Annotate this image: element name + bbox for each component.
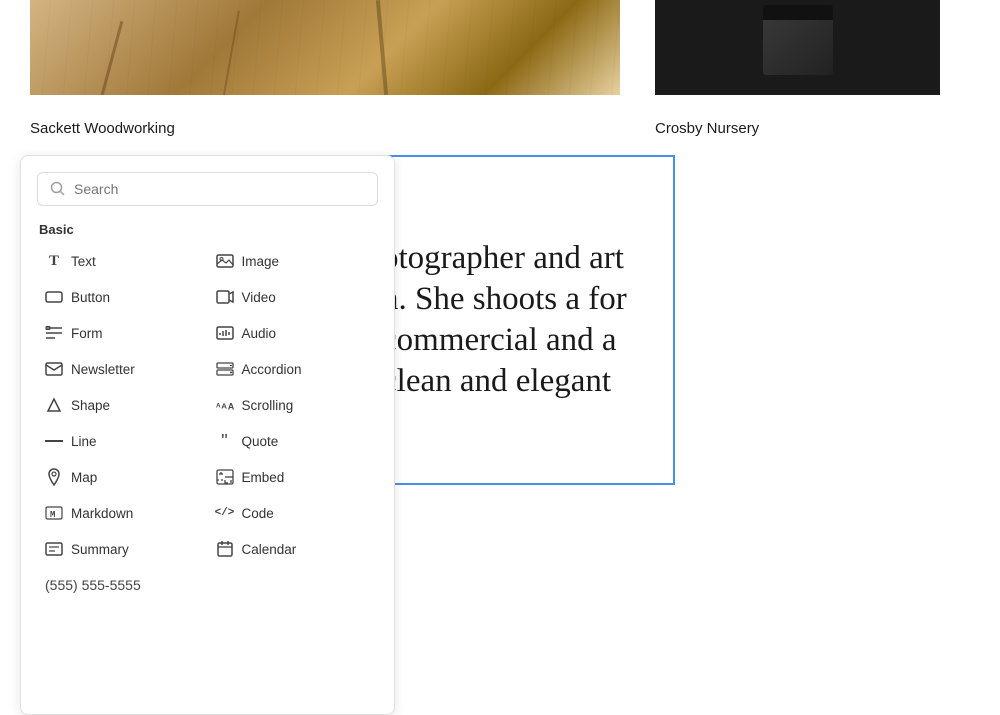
svg-text:A: A (216, 403, 221, 410)
audio-label: Audio (242, 326, 277, 341)
accordion-label: Accordion (242, 362, 302, 377)
search-input[interactable] (74, 181, 365, 197)
menu-column-left: T Text Button Form (37, 243, 208, 567)
menu-item-embed[interactable]: Embed (208, 459, 379, 495)
scrolling-icon: AAA (216, 396, 234, 414)
caption-right: Crosby Nursery (655, 120, 759, 137)
accordion-icon (216, 360, 234, 378)
newsletter-label: Newsletter (71, 362, 135, 377)
menu-item-shape[interactable]: Shape (37, 387, 208, 423)
svg-text:A: A (221, 402, 227, 411)
top-section: Sackett Woodworking Crosby Nursery (0, 0, 1000, 145)
menu-item-button[interactable]: Button (37, 279, 208, 315)
video-icon (216, 288, 234, 306)
section-basic-label: Basic (37, 222, 378, 237)
embed-label: Embed (242, 470, 285, 485)
menu-item-text[interactable]: T Text (37, 243, 208, 279)
menu-item-form[interactable]: Form (37, 315, 208, 351)
menu-item-line[interactable]: Line (37, 423, 208, 459)
map-label: Map (71, 470, 97, 485)
line-icon (45, 432, 63, 450)
shape-label: Shape (71, 398, 110, 413)
markdown-label: Markdown (71, 506, 133, 521)
markdown-icon: M (45, 504, 63, 522)
menu-item-newsletter[interactable]: Newsletter (37, 351, 208, 387)
button-label: Button (71, 290, 110, 305)
summary-icon (45, 540, 63, 558)
menu-column-right: Image Video Audio (208, 243, 379, 567)
top-right-image (655, 0, 940, 95)
menu-grid: T Text Button Form (37, 243, 378, 567)
newsletter-icon (45, 360, 63, 378)
menu-item-image[interactable]: Image (208, 243, 379, 279)
phone-number: (555) 555-5555 (37, 569, 378, 597)
map-icon (45, 468, 63, 486)
image-icon (216, 252, 234, 270)
form-label: Form (71, 326, 103, 341)
menu-item-audio[interactable]: Audio (208, 315, 379, 351)
menu-item-scrolling[interactable]: AAA Scrolling (208, 387, 379, 423)
code-icon: </> (216, 504, 234, 522)
menu-item-video[interactable]: Video (208, 279, 379, 315)
sidebar-panel: Basic T Text Button (20, 155, 395, 715)
text-icon: T (45, 252, 63, 270)
line-label: Line (71, 434, 97, 449)
menu-item-accordion[interactable]: Accordion (208, 351, 379, 387)
svg-text:M: M (50, 510, 55, 520)
image-label: Image (242, 254, 280, 269)
main-area: Basic T Text Button (0, 155, 1000, 715)
menu-item-map[interactable]: Map (37, 459, 208, 495)
menu-item-code[interactable]: </> Code (208, 495, 379, 531)
audio-icon (216, 324, 234, 342)
menu-item-summary[interactable]: Summary (37, 531, 208, 567)
menu-item-markdown[interactable]: M Markdown (37, 495, 208, 531)
caption-left: Sackett Woodworking (30, 120, 175, 137)
form-icon (45, 324, 63, 342)
search-icon (50, 181, 66, 197)
video-label: Video (242, 290, 276, 305)
summary-label: Summary (71, 542, 129, 557)
shape-icon (45, 396, 63, 414)
quote-label: Quote (242, 434, 279, 449)
scrolling-label: Scrolling (242, 398, 294, 413)
menu-item-quote[interactable]: " Quote (208, 423, 379, 459)
svg-text:A: A (227, 402, 233, 412)
calendar-icon (216, 540, 234, 558)
code-label: Code (242, 506, 274, 521)
quote-icon: " (216, 432, 234, 450)
top-left-image (30, 0, 620, 95)
search-container[interactable] (37, 172, 378, 206)
text-label: Text (71, 254, 96, 269)
calendar-label: Calendar (242, 542, 297, 557)
content-text: otographer and art n. She shoots a for c… (382, 238, 653, 403)
menu-item-calendar[interactable]: Calendar (208, 531, 379, 567)
button-icon (45, 288, 63, 306)
content-text-area: otographer and art n. She shoots a for c… (360, 155, 675, 485)
embed-icon (216, 468, 234, 486)
